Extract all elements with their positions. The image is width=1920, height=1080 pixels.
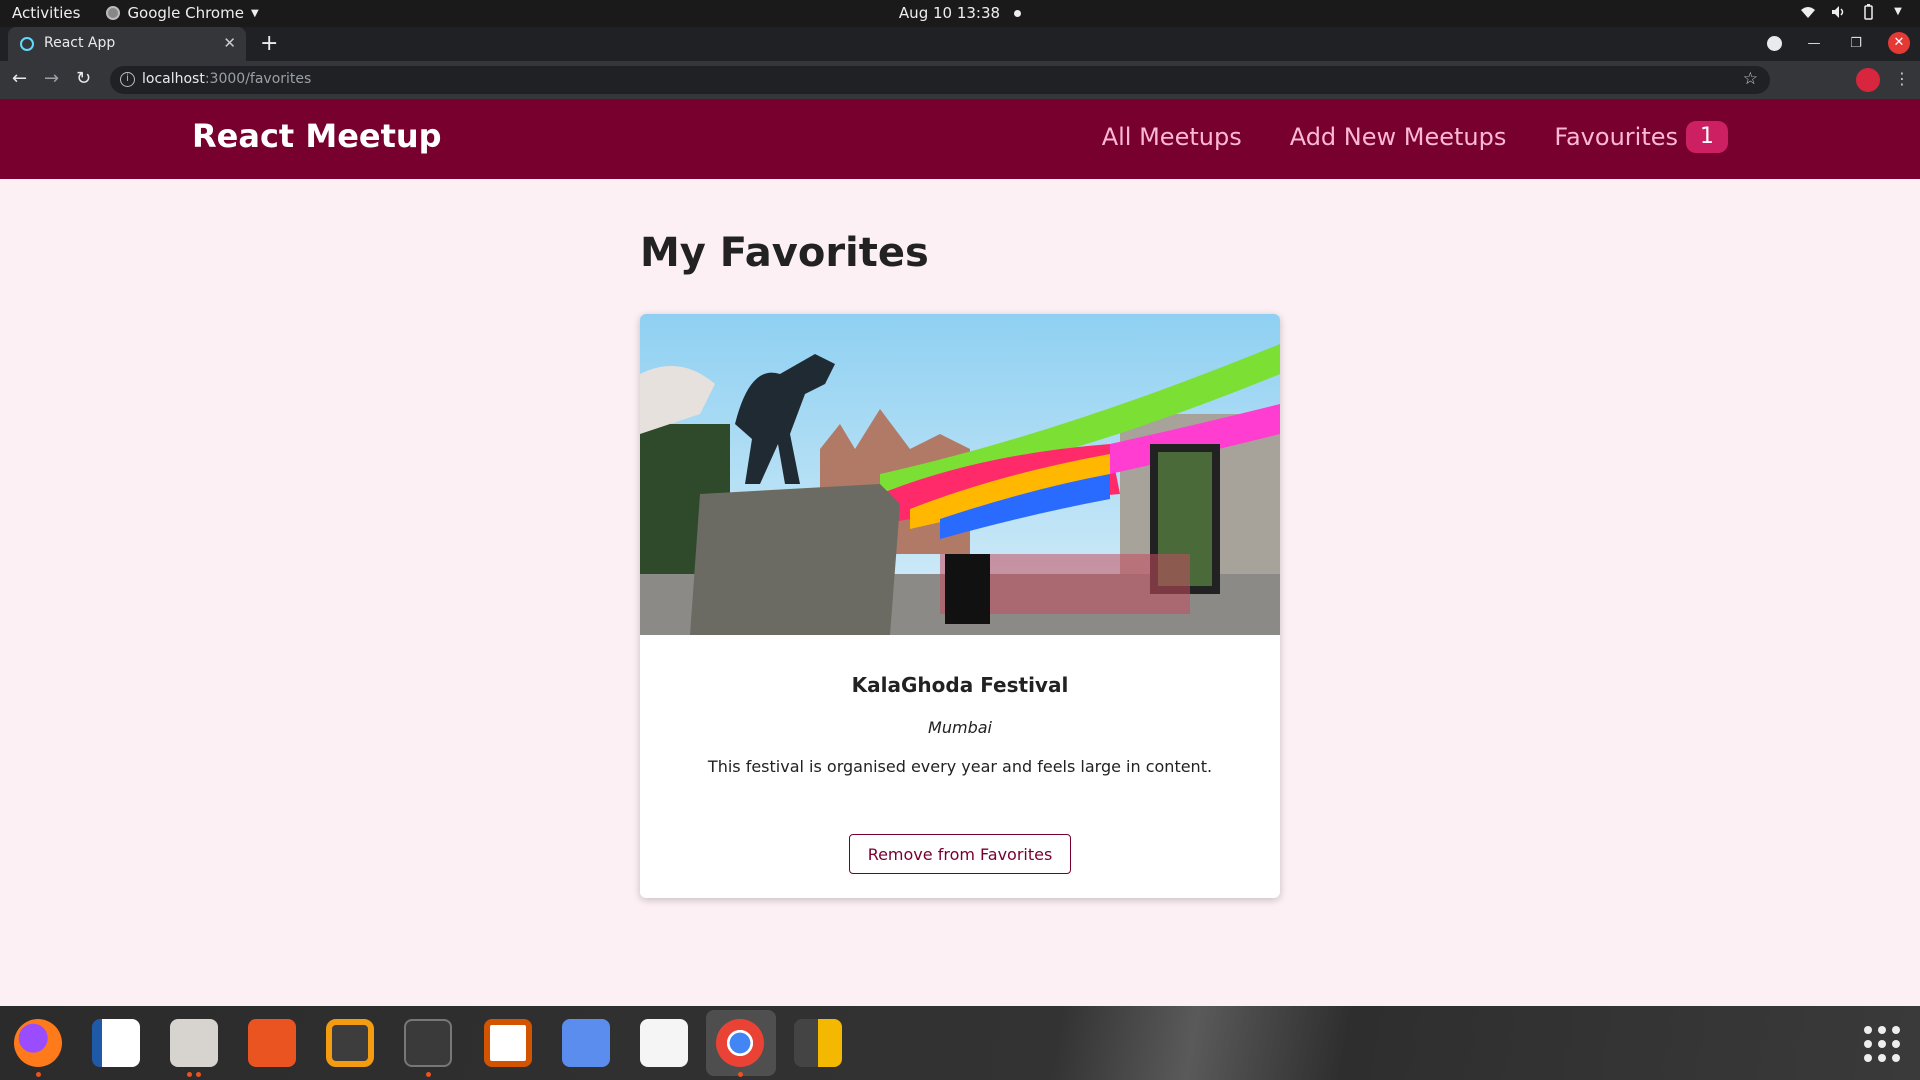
remove-from-favorites-button[interactable]: Remove from Favorites — [849, 834, 1071, 874]
meetup-title: KalaGhoda Festival — [851, 673, 1069, 697]
back-arrow-icon[interactable]: ← — [12, 68, 27, 89]
url-text: localhost:3000/favorites — [142, 71, 312, 87]
tab-search-icon[interactable] — [1767, 35, 1782, 51]
nav-favourites[interactable]: Favourites 1 — [1554, 121, 1728, 153]
minimize-icon[interactable]: — — [1804, 36, 1824, 51]
nav-add-new-meetups[interactable]: Add New Meetups — [1290, 123, 1507, 151]
running-indicator — [738, 1072, 743, 1077]
tab-strip: React App ✕ + — ❐ ✕ — [0, 27, 1920, 61]
address-bar[interactable]: i localhost:3000/favorites ☆ — [110, 66, 1770, 94]
system-top-bar: Activities Google Chrome ▼ Aug 10 13:38 … — [0, 0, 1920, 27]
logo: React Meetup — [192, 117, 442, 155]
calculator-icon[interactable] — [794, 1019, 842, 1067]
profile-avatar-icon[interactable] — [1856, 68, 1880, 92]
restore-icon[interactable]: ❐ — [1846, 36, 1866, 51]
text-editor-icon[interactable] — [640, 1019, 688, 1067]
running-indicator — [36, 1072, 41, 1077]
meetup-description: This festival is organised every year an… — [707, 757, 1213, 776]
meetup-card: KalaGhoda Festival Mumbai This festival … — [640, 314, 1280, 898]
files-icon[interactable] — [170, 1019, 218, 1067]
nav-favourites-label: Favourites — [1554, 123, 1678, 151]
meetup-address: Mumbai — [928, 718, 992, 737]
window-controls: — ❐ ✕ — [1767, 32, 1910, 54]
tab-react-app[interactable]: React App ✕ — [8, 27, 246, 61]
tab-close-icon[interactable]: ✕ — [223, 34, 236, 52]
sublime-text-icon[interactable] — [326, 1019, 374, 1067]
running-indicator — [187, 1072, 192, 1077]
main-nav: All Meetups Add New Meetups Favourites 1 — [1102, 121, 1728, 153]
volume-icon — [1832, 6, 1844, 18]
window-close-icon[interactable]: ✕ — [1888, 32, 1910, 54]
terminal-icon[interactable] — [404, 1019, 452, 1067]
favourites-count-badge: 1 — [1686, 121, 1728, 153]
clock-label: Aug 10 13:38 — [898, 4, 1001, 22]
site-info-icon[interactable]: i — [120, 72, 135, 87]
reload-icon[interactable]: ↻ — [76, 68, 91, 89]
chrome-icon[interactable] — [716, 1019, 764, 1067]
notification-dot-icon — [1014, 10, 1022, 17]
tab-title: React App — [44, 35, 116, 51]
show-applications-icon[interactable] — [1864, 1026, 1900, 1062]
nav-all-meetups[interactable]: All Meetups — [1102, 123, 1242, 151]
ubuntu-dock — [0, 1006, 1920, 1080]
bookmark-star-icon[interactable]: ☆ — [1743, 69, 1758, 89]
page-title: My Favorites — [640, 230, 929, 276]
new-tab-icon[interactable]: + — [260, 31, 278, 56]
more-vert-icon[interactable]: ⋮ — [1894, 69, 1910, 88]
software-center-icon[interactable] — [248, 1019, 296, 1067]
forward-arrow-icon[interactable]: → — [44, 68, 59, 89]
clock[interactable]: Aug 10 13:38 — [0, 4, 1920, 22]
browser-toolbar: ← → ↻ i localhost:3000/favorites ☆ ⋮ — [0, 61, 1920, 99]
firefox-icon[interactable] — [14, 1019, 62, 1067]
caret-down-icon: ▼ — [1894, 6, 1902, 17]
writer-icon[interactable] — [92, 1019, 140, 1067]
system-tray[interactable]: ▼ — [1800, 4, 1906, 20]
tasks-icon[interactable] — [562, 1019, 610, 1067]
react-favicon-icon — [20, 37, 34, 51]
wifi-icon — [1801, 7, 1815, 18]
meetup-image — [640, 314, 1280, 635]
running-indicator — [426, 1072, 431, 1077]
running-indicator — [196, 1072, 201, 1077]
battery-icon — [1864, 4, 1873, 20]
app-header: React Meetup All Meetups Add New Meetups… — [0, 99, 1920, 179]
impress-icon[interactable] — [484, 1019, 532, 1067]
